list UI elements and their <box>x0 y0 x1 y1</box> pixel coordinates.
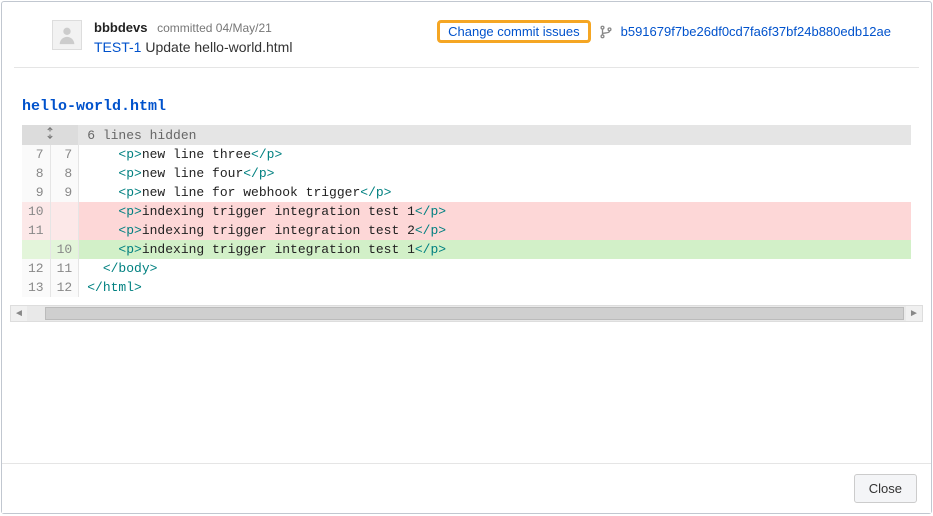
diff-line-content: </body> <box>79 259 911 278</box>
diff-line-content: <p>indexing trigger integration test 1</… <box>79 240 911 259</box>
diff-line-content: <p>new line three</p> <box>79 145 911 164</box>
diff-line-content: <p>indexing trigger integration test 1</… <box>79 202 911 221</box>
diff-line: 77<p>new line three</p> <box>22 145 911 164</box>
commit-date: committed 04/May/21 <box>157 21 272 35</box>
new-line-number: 7 <box>50 145 79 164</box>
diff-line-content: <p>indexing trigger integration test 2</… <box>79 221 911 240</box>
close-button[interactable]: Close <box>854 474 917 503</box>
diff-line: 1312</html> <box>22 278 911 297</box>
horizontal-scrollbar[interactable]: ◄ ► <box>10 305 923 322</box>
old-line-number <box>22 240 50 259</box>
new-line-number: 8 <box>50 164 79 183</box>
diff-line: 99<p>new line for webhook trigger</p> <box>22 183 911 202</box>
old-line-number: 11 <box>22 221 50 240</box>
expand-icon[interactable] <box>22 125 79 145</box>
commit-hash-link[interactable]: b591679f7be26df0cd7fa6f37bf24b880edb12ae <box>621 24 891 39</box>
new-line-number <box>50 221 79 240</box>
old-line-number: 13 <box>22 278 50 297</box>
avatar <box>52 20 82 50</box>
file-name-link[interactable]: hello-world.html <box>2 68 931 125</box>
diff-line: 88<p>new line four</p> <box>22 164 911 183</box>
new-line-number: 11 <box>50 259 79 278</box>
old-line-number: 7 <box>22 145 50 164</box>
old-line-number: 9 <box>22 183 50 202</box>
new-line-number: 9 <box>50 183 79 202</box>
commit-header: bbbdevs committed 04/May/21 TEST-1 Updat… <box>2 2 931 67</box>
diff-line: 10<p>indexing trigger integration test 1… <box>22 240 911 259</box>
hidden-lines-row[interactable]: 6 lines hidden <box>22 125 911 145</box>
scroll-thumb[interactable] <box>45 307 904 320</box>
diff-line-content: </html> <box>79 278 911 297</box>
new-line-number <box>50 202 79 221</box>
issue-key-link[interactable]: TEST-1 <box>94 39 141 55</box>
branch-icon <box>599 25 613 39</box>
scroll-right-arrow[interactable]: ► <box>906 306 922 321</box>
commit-dialog: bbbdevs committed 04/May/21 TEST-1 Updat… <box>1 1 932 514</box>
diff-line: 1211</body> <box>22 259 911 278</box>
scroll-track[interactable] <box>27 306 906 321</box>
old-line-number: 12 <box>22 259 50 278</box>
new-line-number: 12 <box>50 278 79 297</box>
change-commit-issues-link[interactable]: Change commit issues <box>440 18 588 45</box>
highlight-annotation: Change commit issues <box>437 20 591 43</box>
commit-message-text: Update hello-world.html <box>141 39 292 55</box>
diff-line-content: <p>new line four</p> <box>79 164 911 183</box>
diff-line-content: <p>new line for webhook trigger</p> <box>79 183 911 202</box>
new-line-number: 10 <box>50 240 79 259</box>
dialog-footer: Close <box>2 463 931 513</box>
author-name: bbbdevs <box>94 20 147 35</box>
old-line-number: 10 <box>22 202 50 221</box>
commit-message: TEST-1 Update hello-world.html <box>94 39 292 55</box>
commit-meta: bbbdevs committed 04/May/21 TEST-1 Updat… <box>94 20 292 55</box>
scroll-left-arrow[interactable]: ◄ <box>11 306 27 321</box>
hidden-lines-label: 6 lines hidden <box>79 125 911 145</box>
old-line-number: 8 <box>22 164 50 183</box>
diff-line: 11 <p>indexing trigger integration test 2… <box>22 221 911 240</box>
diff-view: 6 lines hidden 77<p>new line three</p>88… <box>22 125 911 297</box>
diff-line: 10 <p>indexing trigger integration test 1… <box>22 202 911 221</box>
